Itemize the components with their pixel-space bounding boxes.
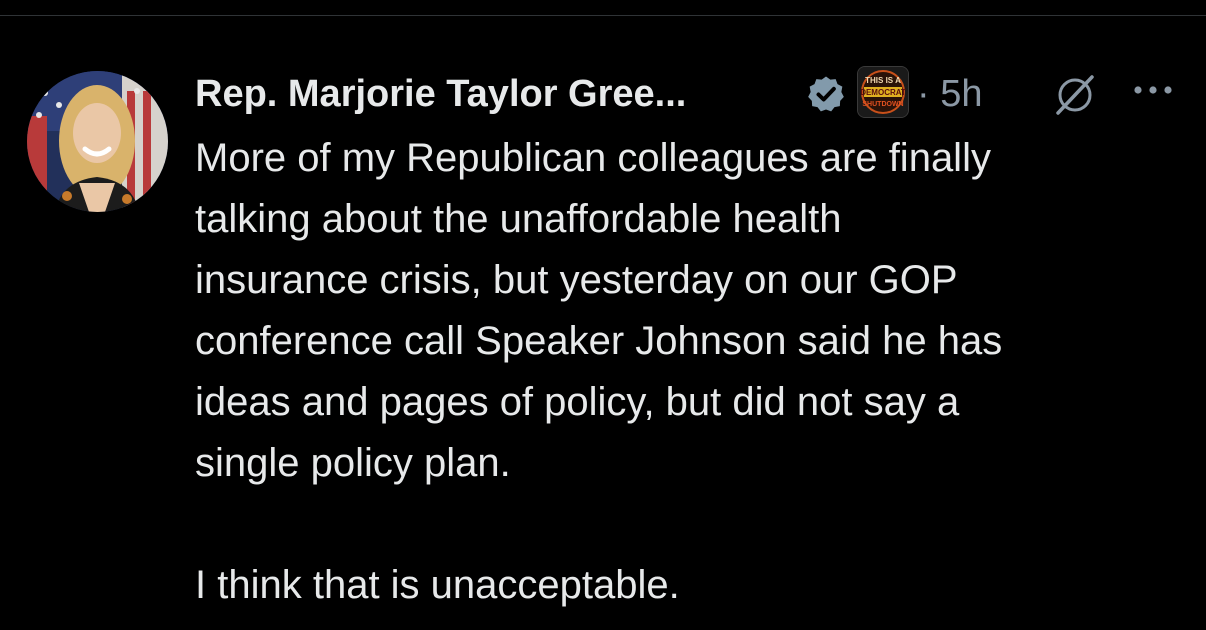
badge-line-3: SHUTDOWN — [862, 101, 903, 108]
grok-icon[interactable] — [1052, 72, 1098, 118]
post-time[interactable]: · 5h — [917, 70, 982, 118]
author-name[interactable]: Rep. Marjorie Taylor Gree... — [195, 70, 686, 118]
affiliate-badge-icon[interactable]: THIS IS A DEMOCRAT SHUTDOWN — [857, 66, 909, 118]
avatar[interactable] — [27, 71, 168, 212]
tweet-header: Rep. Marjorie Taylor Gree... THIS IS A D… — [195, 66, 1185, 124]
tweet-text: More of my Republican colleagues are fin… — [195, 136, 1003, 607]
verified-badge-icon[interactable] — [806, 74, 846, 114]
more-options-icon[interactable] — [1130, 80, 1176, 100]
badge-line-2: DEMOCRAT — [860, 88, 906, 97]
avatar-photo — [27, 71, 168, 212]
top-divider — [0, 15, 1206, 16]
badge-line-1: THIS IS A — [865, 76, 901, 85]
affiliate-badge-art: THIS IS A DEMOCRAT SHUTDOWN — [858, 67, 908, 117]
